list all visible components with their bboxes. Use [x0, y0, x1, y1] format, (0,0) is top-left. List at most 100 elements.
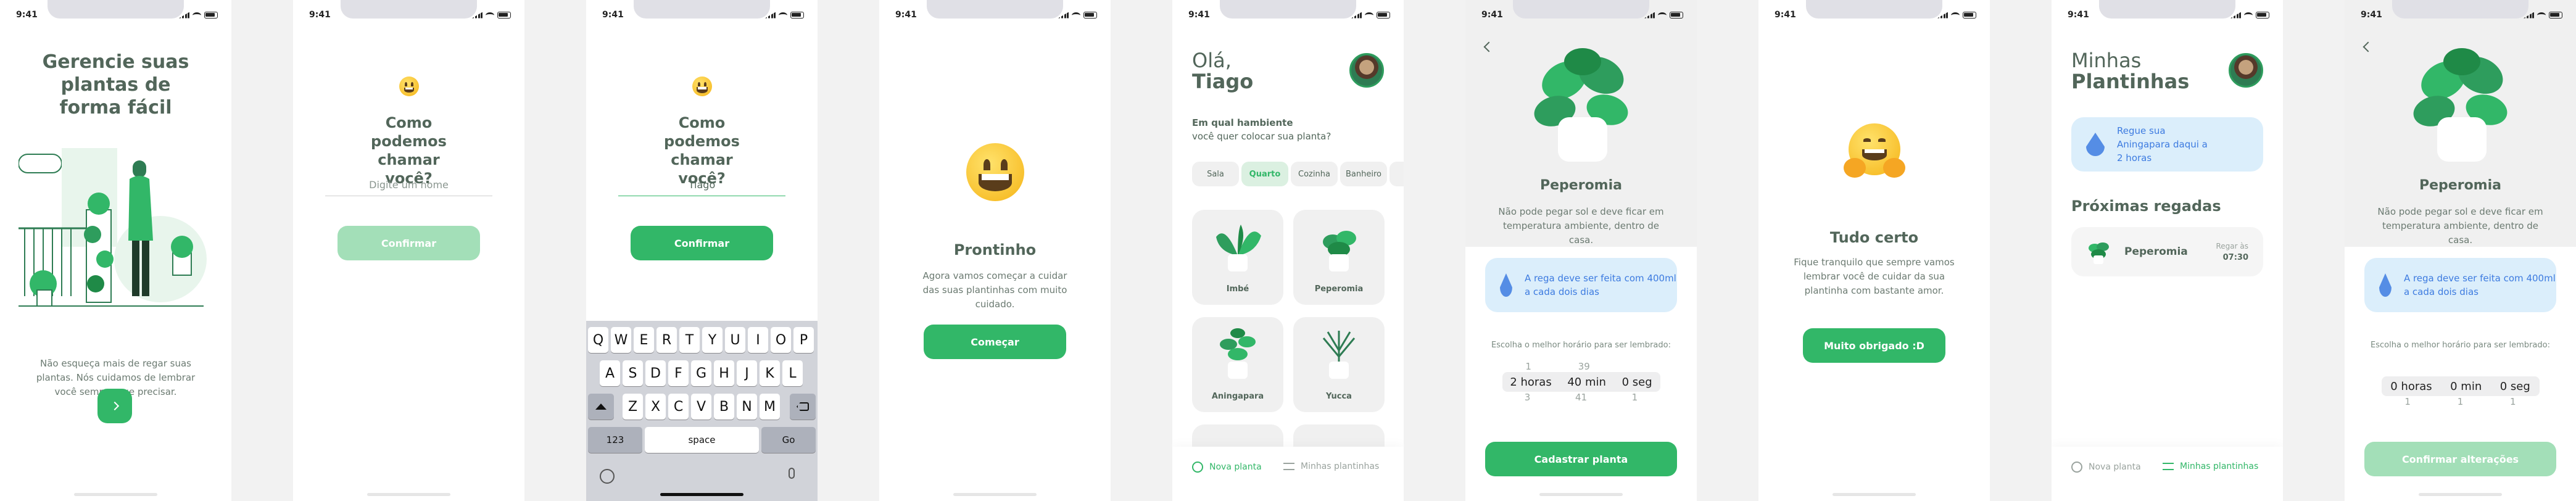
go-key[interactable]: Go	[761, 427, 816, 453]
notch	[1513, 0, 1649, 19]
key-o[interactable]: O	[771, 327, 791, 353]
key-v[interactable]: V	[691, 394, 711, 420]
key-w[interactable]: W	[611, 327, 631, 353]
picker-below-min: 1	[2457, 396, 2464, 407]
room-chip-quarto[interactable]: Quarto	[1241, 162, 1288, 186]
thanks-button[interactable]: Muito obrigado :D	[1803, 328, 1945, 363]
water-tip: A rega deve ser feita com 400ml a cada d…	[1524, 273, 1676, 297]
key-e[interactable]: E	[634, 327, 654, 353]
key-g[interactable]: G	[691, 360, 711, 386]
mic-icon[interactable]	[789, 468, 795, 479]
key-l[interactable]: L	[782, 360, 803, 386]
room-chip-more[interactable]	[1389, 162, 1404, 186]
keyboard: Q W E R T Y U I O P A S D F G H J K L Z …	[586, 321, 818, 501]
battery-icon	[2549, 12, 2562, 19]
title-bold: Plantinhas	[2071, 70, 2190, 93]
key-p[interactable]: P	[793, 327, 814, 353]
room-chip-cozinha[interactable]: Cozinha	[1291, 162, 1338, 186]
wifi-icon	[2244, 12, 2253, 19]
key-s[interactable]: S	[623, 360, 643, 386]
tab-new-plant[interactable]: Nova planta	[1192, 462, 1262, 473]
key-u[interactable]: U	[725, 327, 745, 353]
list-item[interactable]: Peperomia Regar às 07:30	[2071, 227, 2263, 276]
time-picker[interactable]: 0 horas 0 min 0 seg 1 1 1	[2345, 376, 2576, 407]
picker-selected[interactable]: 2 horas 40 min 0 seg	[1502, 372, 1660, 392]
picker-minutes: 40 min	[1567, 375, 1606, 389]
screen-name-empty: 9:41 Como podemos chamar você? Digite um…	[293, 0, 524, 501]
numbers-key[interactable]: 123	[588, 427, 642, 453]
picker-seconds: 0 seg	[2499, 379, 2530, 393]
room-chip-sala[interactable]: Sala	[1192, 162, 1239, 186]
plant-card-yucca[interactable]: Yucca	[1293, 317, 1385, 412]
key-i[interactable]: I	[748, 327, 768, 353]
picker-below-min: 41	[1575, 392, 1588, 403]
next-button[interactable]	[97, 389, 132, 423]
picker-below-sec: 1	[1631, 392, 1638, 403]
battery-icon	[497, 12, 511, 19]
status-time: 9:41	[309, 10, 331, 20]
picker-selected[interactable]: 0 horas 0 min 0 seg	[2381, 376, 2540, 396]
key-b[interactable]: B	[714, 394, 734, 420]
key-m[interactable]: M	[760, 394, 780, 420]
status-time: 9:41	[1481, 10, 1503, 20]
illustration-garden	[19, 148, 207, 307]
tab-my-plants[interactable]: Minhas plantinhas	[1283, 462, 1379, 471]
tab-new-plant[interactable]: Nova planta	[2071, 462, 2141, 473]
key-z[interactable]: Z	[623, 394, 643, 420]
name-input[interactable]: Tiago	[618, 174, 785, 196]
tab-bar: Nova planta Minhas plantinhas	[1172, 447, 1404, 501]
room-question: você quer colocar sua planta?	[1192, 131, 1331, 142]
battery-icon	[1963, 12, 1976, 19]
notch	[1806, 0, 1942, 19]
screen-plant-save: 9:41 Peperomia Não pode pegar sol e deve…	[1465, 0, 1697, 501]
start-button[interactable]: Começar	[924, 325, 1066, 359]
chevron-right-icon	[110, 401, 120, 411]
battery-icon	[1670, 12, 1683, 19]
backspace-key[interactable]	[790, 394, 816, 420]
tab-label: Nova planta	[2089, 462, 2141, 472]
key-k[interactable]: K	[760, 360, 780, 386]
plus-circle-icon	[2071, 462, 2082, 473]
battery-icon	[790, 12, 804, 19]
key-y[interactable]: Y	[702, 327, 723, 353]
water-drop-icon	[2086, 133, 2105, 156]
avatar[interactable]	[1349, 53, 1384, 88]
key-x[interactable]: X	[645, 394, 666, 420]
tab-my-plants[interactable]: Minhas plantinhas	[2163, 462, 2258, 471]
confirm-button[interactable]: Confirmar	[631, 226, 773, 260]
save-plant-button[interactable]: Cadastrar planta	[1485, 442, 1677, 476]
key-a[interactable]: A	[600, 360, 620, 386]
key-q[interactable]: Q	[588, 327, 608, 353]
signal-icon	[2230, 12, 2241, 19]
emoji-icon[interactable]	[600, 469, 615, 484]
shift-key[interactable]	[588, 394, 614, 420]
room-chip-banheiro[interactable]: Banheiro	[1340, 162, 1387, 186]
key-d[interactable]: D	[645, 360, 666, 386]
key-j[interactable]: J	[737, 360, 757, 386]
confirm-changes-button[interactable]: Confirmar alterações	[2364, 442, 2556, 476]
key-f[interactable]: F	[668, 360, 689, 386]
key-c[interactable]: C	[668, 394, 689, 420]
wifi-icon	[779, 12, 787, 19]
home-indicator	[953, 493, 1037, 496]
avatar[interactable]	[2229, 53, 2263, 88]
home-indicator	[660, 493, 743, 496]
battery-icon	[204, 12, 218, 19]
tab-label: Nova planta	[1209, 462, 1262, 472]
hug-emoji-icon	[1844, 123, 1905, 185]
confirm-button[interactable]: Confirmar	[338, 226, 480, 260]
time-picker[interactable]: 1 39 2 horas 40 min 0 seg 3 41 1	[1465, 361, 1697, 403]
status-time: 9:41	[1188, 10, 1210, 20]
status-time: 9:41	[895, 10, 917, 20]
space-key[interactable]: space	[645, 427, 759, 453]
key-r[interactable]: R	[656, 327, 677, 353]
name-input[interactable]: Digite um nome	[325, 174, 492, 196]
key-h[interactable]: H	[714, 360, 734, 386]
key-t[interactable]: T	[679, 327, 700, 353]
plant-card-aningapara[interactable]: Aningapara	[1192, 317, 1283, 412]
key-n[interactable]: N	[737, 394, 757, 420]
plant-card-imbe[interactable]: Imbé	[1192, 210, 1283, 305]
tab-label: Minhas plantinhas	[2180, 462, 2259, 471]
plant-card-peperomia[interactable]: Peperomia	[1293, 210, 1385, 305]
onboarding-flow: 9:41 Gerencie suas plantas de forma fáci…	[0, 0, 2576, 501]
